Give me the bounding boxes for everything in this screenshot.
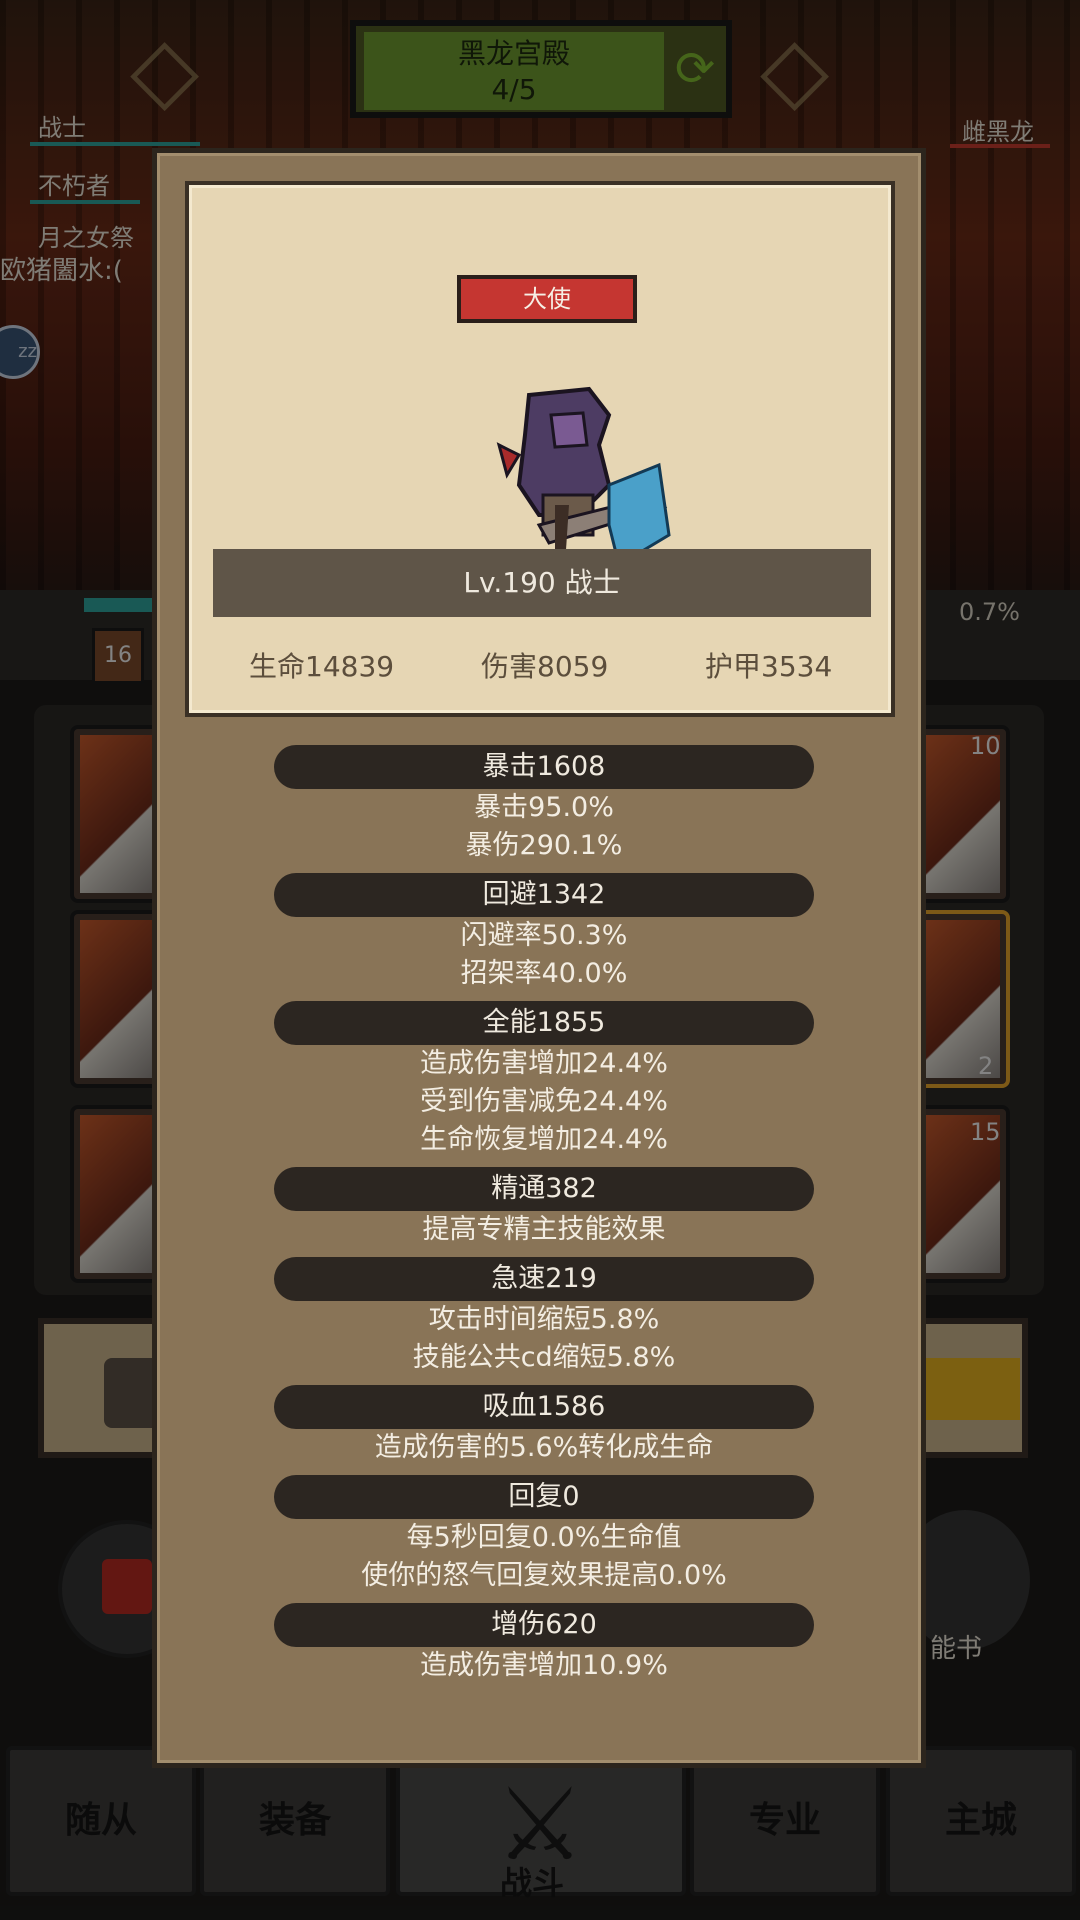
- section-line: 攻击时间缩短5.8%: [428, 1304, 660, 1335]
- stat-armor: 护甲3534: [705, 650, 833, 683]
- section-header: 回复0: [274, 1475, 814, 1519]
- section-header: 吸血1586: [274, 1385, 814, 1429]
- section-line: 造成伤害的5.6%转化成生命: [374, 1432, 714, 1463]
- stat-section-lifesteal: 吸血1586 造成伤害的5.6%转化成生命: [157, 1385, 931, 1467]
- section-header: 全能1855: [274, 1001, 814, 1045]
- section-line: 每5秒回复0.0%生命值: [406, 1522, 682, 1553]
- section-line: 技能公共cd缩短5.8%: [412, 1342, 676, 1373]
- section-line: 暴击95.0%: [474, 792, 614, 823]
- section-line: 受到伤害减免24.4%: [420, 1086, 668, 1117]
- stat-section-regen: 回复0 每5秒回复0.0%生命值 使你的怒气回复效果提高0.0%: [157, 1475, 931, 1595]
- section-line: 造成伤害增加24.4%: [420, 1048, 668, 1079]
- stat-hp: 生命14839: [249, 650, 395, 683]
- section-header: 暴击1608: [274, 745, 814, 789]
- section-line: 提高专精主技能效果: [422, 1214, 666, 1245]
- title-badge: 大使: [457, 275, 637, 323]
- section-line: 造成伤害增加10.9%: [420, 1650, 668, 1681]
- warrior-portrait: [496, 386, 671, 568]
- stat-section-dodge: 回避1342 闪避率50.3% 招架率40.0%: [157, 873, 931, 993]
- section-header: 回避1342: [274, 873, 814, 917]
- section-header: 精通382: [274, 1167, 814, 1211]
- stat-section-haste: 急速219 攻击时间缩短5.8% 技能公共cd缩短5.8%: [157, 1257, 931, 1377]
- section-line: 闪避率50.3%: [460, 920, 628, 951]
- character-card: 大使 Lv.190 战士 生命14839 伤害8059 护甲3534: [185, 181, 895, 717]
- character-stats-modal: 大使 Lv.190 战士 生命14839 伤害8059 护甲3534 暴击160…: [152, 148, 926, 1768]
- section-line: 暴伤290.1%: [465, 830, 623, 861]
- section-line: 生命恢复增加24.4%: [420, 1124, 668, 1155]
- section-line: 使你的怒气回复效果提高0.0%: [361, 1560, 727, 1591]
- section-header: 增伤620: [274, 1603, 814, 1647]
- stat-section-mastery: 精通382 提高专精主技能效果: [157, 1167, 931, 1249]
- section-header: 急速219: [274, 1257, 814, 1301]
- level-class-label: Lv.190 战士: [213, 549, 871, 617]
- section-line: 招架率40.0%: [460, 958, 628, 989]
- stat-damage: 伤害8059: [481, 650, 609, 683]
- stat-section-crit: 暴击1608 暴击95.0% 暴伤290.1%: [157, 745, 931, 865]
- stat-section-versatility: 全能1855 造成伤害增加24.4% 受到伤害减免24.4% 生命恢复增加24.…: [157, 1001, 931, 1159]
- stat-section-damage-boost: 增伤620 造成伤害增加10.9%: [157, 1603, 931, 1685]
